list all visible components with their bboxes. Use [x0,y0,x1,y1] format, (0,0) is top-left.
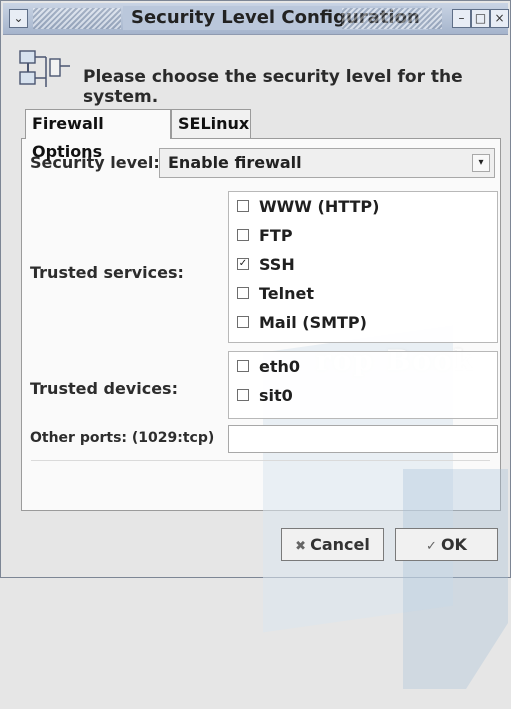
title-bar-hatch-right [342,8,442,29]
service-checkbox-www[interactable]: WWW (HTTP) [229,192,497,221]
trusted-devices-label: Trusted devices: [30,379,178,398]
maximize-icon: □ [474,11,487,25]
service-label: Telnet [259,284,315,303]
device-checkbox-eth0[interactable]: eth0 [229,352,497,381]
trusted-services-label: Trusted services: [30,263,184,282]
trusted-services-list: WWW (HTTP) FTP ✓ SSH Telnet Mail (SMTP) [228,191,498,343]
checkbox[interactable] [237,287,249,299]
ok-button[interactable]: ✓ OK [395,528,498,561]
panel-separator [31,460,490,461]
service-checkbox-ssh[interactable]: ✓ SSH [229,250,497,279]
checkbox[interactable] [237,389,249,401]
security-level-window: ⌄ Security Level Configuration – □ × Ple… [0,0,511,689]
tab-selinux[interactable]: SELinux [171,109,251,139]
service-checkbox-telnet[interactable]: Telnet [229,279,497,308]
chevron-down-icon: ⌄ [13,11,24,25]
maximize-button[interactable]: □ [471,9,490,28]
service-label: SSH [259,255,295,274]
service-label: FTP [259,226,293,245]
service-checkbox-mail[interactable]: Mail (SMTP) [229,308,497,337]
other-ports-input[interactable] [228,425,498,453]
device-label: eth0 [259,357,301,376]
device-checkbox-sit0[interactable]: sit0 [229,381,497,410]
firewall-options-panel: rop Book Security level: Enable firewall… [21,138,508,689]
ok-label: OK [440,535,467,554]
security-level-select[interactable]: Enable firewall ▾ [159,148,495,178]
cancel-button[interactable]: ✖ Cancel [281,528,384,561]
title-bar-hatch-left [33,8,121,29]
service-label: WWW (HTTP) [259,197,380,216]
network-security-icon [19,50,70,87]
checkbox[interactable] [237,316,249,328]
check-icon: ✓ [426,539,437,554]
close-button[interactable]: × [490,9,509,28]
checkbox[interactable]: ✓ [237,258,249,270]
title-bar[interactable]: ⌄ Security Level Configuration – □ × [3,3,509,35]
watermark-ribbon [403,469,508,689]
window-menu-button[interactable]: ⌄ [9,9,28,28]
other-ports-label: Other ports: (1029:tcp) [30,430,215,446]
tab-firewall-options[interactable]: Firewall Options [25,109,171,161]
trusted-devices-list: eth0 sit0 [228,351,498,419]
checkbox[interactable] [237,360,249,372]
chevron-down-icon: ▾ [472,154,490,172]
security-level-value: Enable firewall [168,153,302,172]
cancel-label: Cancel [310,535,370,554]
minimize-button[interactable]: – [452,9,471,28]
minimize-icon: – [458,11,465,25]
device-label: sit0 [259,386,293,405]
close-icon: × [494,11,505,25]
page-title: Please choose the security level for the… [83,67,463,107]
checkbox[interactable] [237,200,249,212]
cancel-icon: ✖ [295,539,307,554]
checkbox[interactable] [237,229,249,241]
service-label: Mail (SMTP) [259,313,367,332]
service-checkbox-ftp[interactable]: FTP [229,221,497,250]
